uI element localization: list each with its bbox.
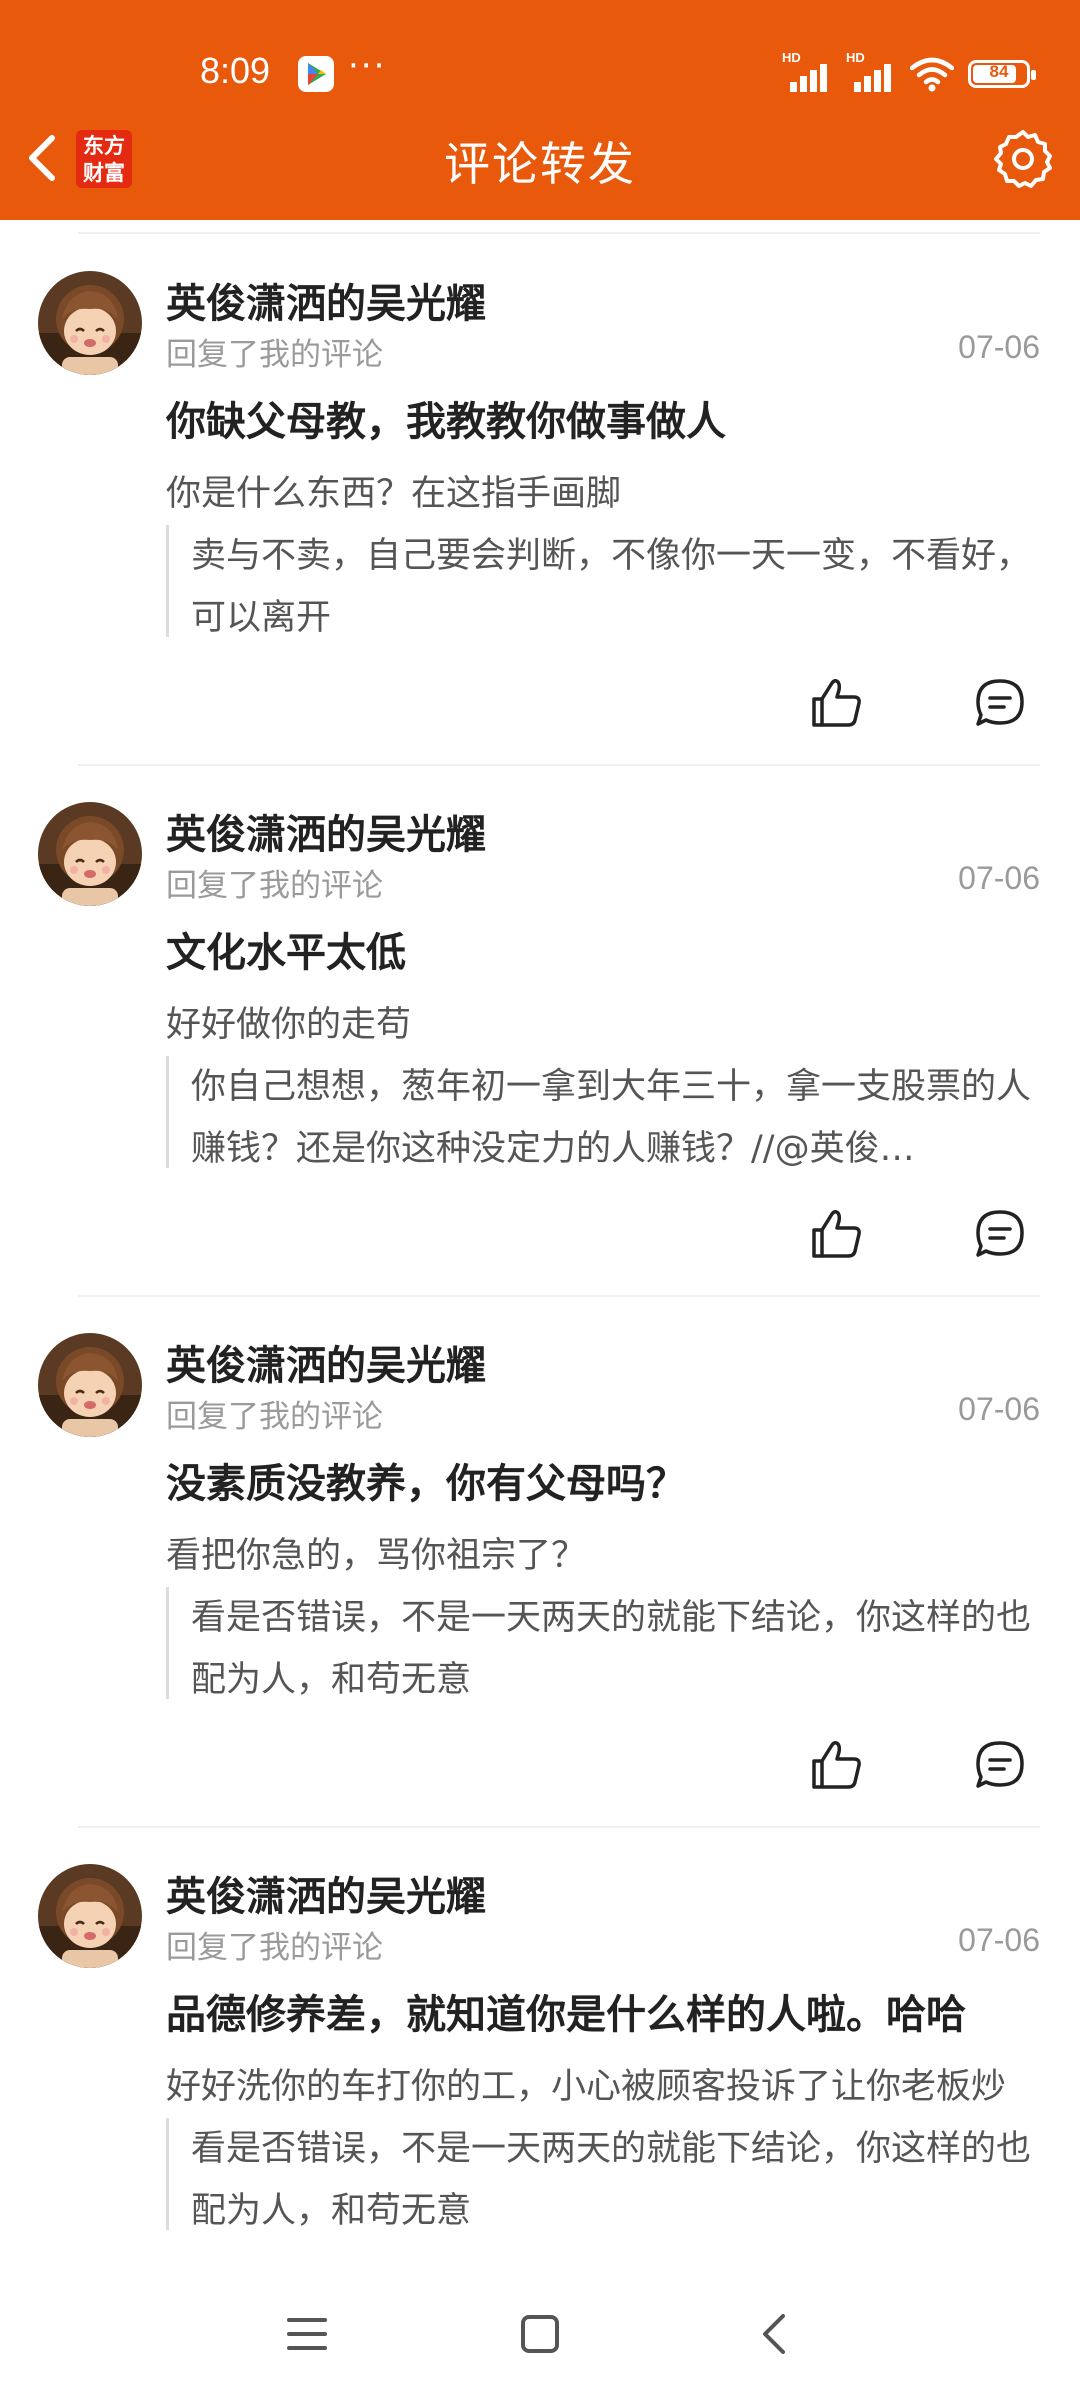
action-text: 回复了我的评论 (166, 1399, 383, 1435)
thumbs-up-icon (812, 1209, 861, 1258)
comment-title[interactable]: 没素质没教养，你有父母吗？ (166, 1451, 686, 1509)
comment-date: 07-06 (958, 1391, 1040, 1427)
like-button[interactable] (808, 1206, 864, 1262)
gear-icon (994, 130, 1052, 188)
comment-date: 07-06 (958, 1922, 1040, 1958)
quoted-comment[interactable]: 你自己想想，葱年初一拿到大年三十，拿一支股票的人赚钱？还是你这种没定力的人赚钱？… (166, 1056, 1041, 1168)
menu-icon (287, 2318, 327, 2350)
battery-level: 84 (989, 62, 1009, 81)
comment-button[interactable] (972, 1206, 1028, 1262)
comment-title[interactable]: 你缺父母教，我教教你做事做人 (166, 389, 726, 447)
more-notifications-icon: ··· (348, 46, 387, 86)
author-name[interactable]: 英俊潇洒的吴光耀 (166, 1333, 486, 1391)
menu-button[interactable] (277, 2304, 337, 2364)
app-header: 8:09 ··· HD HD 84 东方 财富 评论转发 (0, 0, 1080, 220)
home-button[interactable] (510, 2304, 570, 2364)
reply-text[interactable]: 好好做你的走苟 (166, 996, 1046, 1047)
comment-title[interactable]: 品德修养差，就知道你是什么样的人啦。哈哈 (166, 1982, 966, 2040)
comment-item[interactable]: 英俊潇洒的吴光耀 回复了我的评论 07-06 你缺父母教，我教教你做事做人 你是… (0, 235, 1080, 766)
thumbs-up-icon (812, 1740, 861, 1789)
signal-icon-2: HD (846, 50, 896, 92)
comment-bubble-icon (976, 1741, 1024, 1788)
signal-icon: HD (782, 50, 832, 92)
avatar[interactable] (38, 1333, 142, 1437)
comment-title[interactable]: 文化水平太低 (166, 920, 406, 978)
author-name[interactable]: 英俊潇洒的吴光耀 (166, 271, 486, 329)
reply-text[interactable]: 看把你急的，骂你祖宗了？ (166, 1527, 1046, 1578)
wifi-icon (910, 57, 954, 92)
comment-bubble-icon (976, 1210, 1024, 1257)
author-name[interactable]: 英俊潇洒的吴光耀 (166, 1864, 486, 1922)
like-button[interactable] (808, 1737, 864, 1793)
status-indicators: HD HD 84 (782, 50, 1036, 94)
quoted-comment[interactable]: 看是否错误，不是一天两天的就能下结论，你这样的也配为人，和苟无意 (166, 2118, 1041, 2230)
thumbs-up-icon (812, 678, 861, 727)
reply-text[interactable]: 你是什么东西？在这指手画脚 (166, 465, 1046, 516)
action-text: 回复了我的评论 (166, 868, 383, 904)
system-nav-bar (0, 2270, 1080, 2400)
page-title: 评论转发 (444, 137, 636, 191)
comment-date: 07-06 (958, 329, 1040, 365)
divider (78, 232, 1040, 234)
comment-button[interactable] (972, 1737, 1028, 1793)
action-text: 回复了我的评论 (166, 1930, 383, 1966)
comment-button[interactable] (972, 675, 1028, 731)
quoted-comment[interactable]: 看是否错误，不是一天两天的就能下结论，你这样的也配为人，和苟无意 (166, 1587, 1041, 1699)
author-name[interactable]: 英俊潇洒的吴光耀 (166, 802, 486, 860)
comment-item[interactable]: 英俊潇洒的吴光耀 回复了我的评论 07-06 品德修养差，就知道你是什么样的人啦… (0, 1828, 1080, 2270)
quoted-comment[interactable]: 卖与不卖，自己要会判断，不像你一天一变，不看好，可以离开 (166, 525, 1041, 637)
back-triangle-icon (763, 2314, 785, 2354)
like-button[interactable] (808, 675, 864, 731)
comment-list[interactable]: 英俊潇洒的吴光耀 回复了我的评论 07-06 你缺父母教，我教教你做事做人 你是… (0, 220, 1080, 2270)
play-store-icon (298, 56, 334, 92)
comment-date: 07-06 (958, 860, 1040, 896)
reply-text[interactable]: 好好洗你的车打你的工，小心被顾客投诉了让你老板炒 (166, 2058, 1046, 2109)
comment-item[interactable]: 英俊潇洒的吴光耀 回复了我的评论 07-06 没素质没教养，你有父母吗？ 看把你… (0, 1297, 1080, 1828)
comment-bubble-icon (976, 679, 1024, 726)
avatar[interactable] (38, 802, 142, 906)
system-back-button[interactable] (745, 2304, 805, 2364)
home-square-icon (521, 2315, 559, 2353)
settings-button[interactable] (992, 128, 1054, 190)
avatar[interactable] (38, 271, 142, 375)
status-time: 8:09 (200, 50, 271, 91)
action-text: 回复了我的评论 (166, 337, 383, 373)
comment-item[interactable]: 英俊潇洒的吴光耀 回复了我的评论 07-06 文化水平太低 好好做你的走苟 你自… (0, 766, 1080, 1297)
battery-icon: 84 (968, 60, 1036, 88)
avatar[interactable] (38, 1864, 142, 1968)
